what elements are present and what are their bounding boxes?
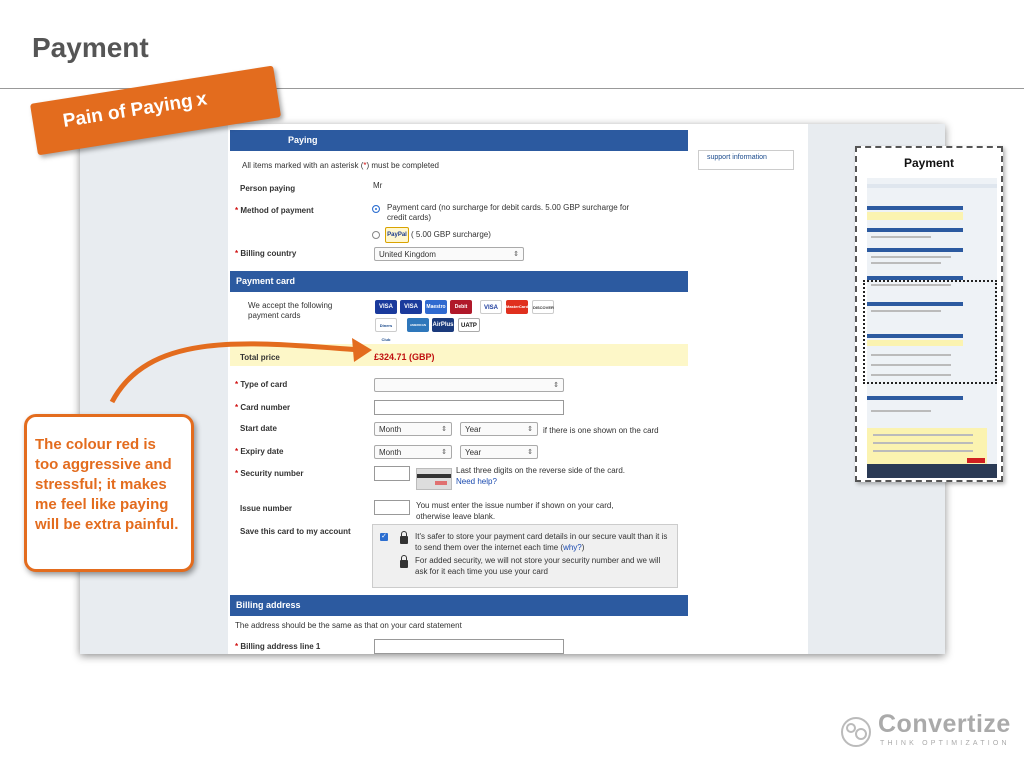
- logo-tagline: THINK OPTIMIZATION: [880, 740, 1010, 747]
- thumbnail-footer: [867, 464, 997, 478]
- convertize-logo: Convertize THINK OPTIMIZATION: [838, 710, 1010, 755]
- thumbnail-highlight: [863, 280, 997, 384]
- logo-name: Convertize: [878, 710, 1011, 738]
- insight-callout: The colour red is too aggressive and str…: [24, 414, 194, 572]
- brain-gear-icon: [841, 717, 871, 747]
- x-mark-icon: x: [194, 88, 209, 111]
- thumbnail-title: Payment: [903, 156, 955, 170]
